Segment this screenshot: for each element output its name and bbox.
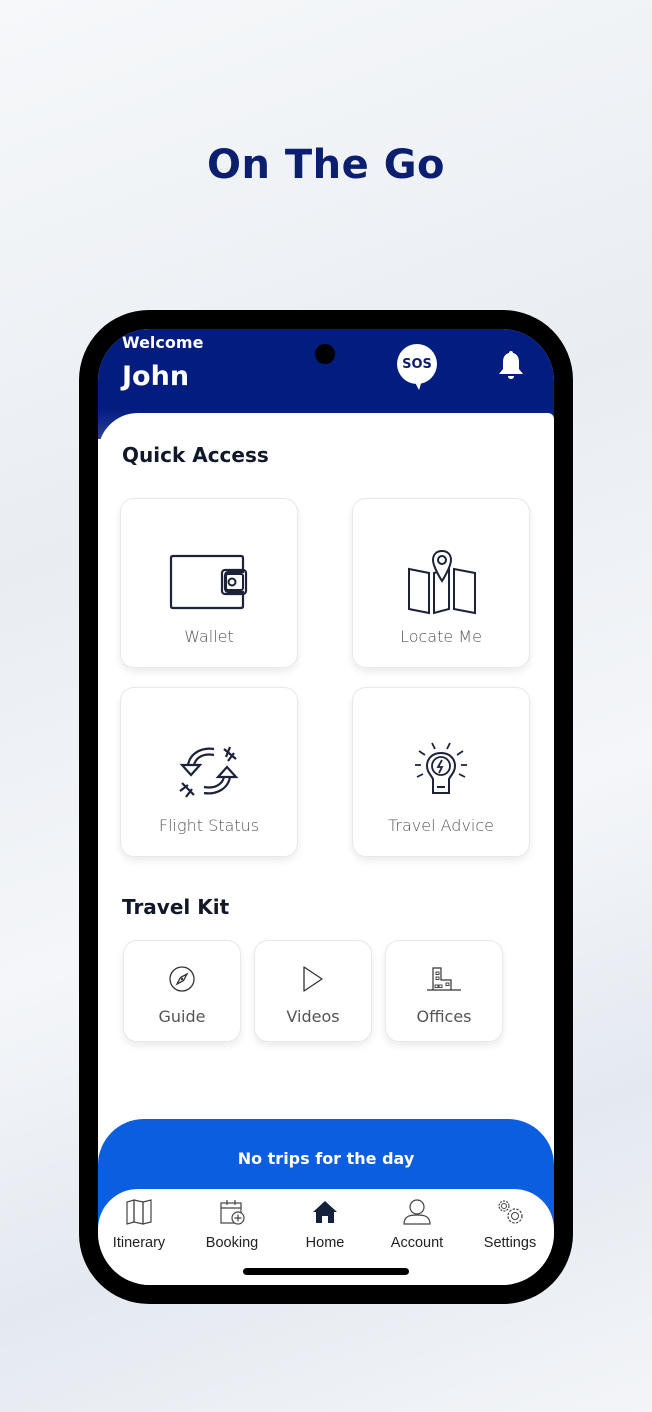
sos-button[interactable]: SOS	[397, 344, 437, 384]
travel-kit-guide[interactable]: Guide	[123, 940, 241, 1042]
home-indicator[interactable]	[243, 1268, 409, 1275]
quick-access-flight-status[interactable]: Flight Status	[120, 687, 298, 857]
gears-icon	[495, 1197, 525, 1227]
tab-settings[interactable]: Settings	[465, 1197, 554, 1251]
tab-account[interactable]: Account	[372, 1197, 462, 1251]
lightbulb-icon	[399, 738, 483, 804]
quick-access-label: Travel Advice	[387, 816, 495, 835]
travel-kit-label: Guide	[158, 1007, 206, 1026]
calendar-plus-icon	[217, 1197, 247, 1227]
tab-label: Account	[390, 1235, 444, 1251]
travel-kit-label: Videos	[286, 1007, 340, 1026]
map-icon	[124, 1197, 154, 1227]
quick-access-wallet[interactable]: Wallet	[120, 498, 298, 668]
tab-label: Home	[305, 1235, 345, 1251]
page-headline: On The Go	[206, 142, 446, 188]
home-icon	[310, 1197, 340, 1227]
username: John	[122, 361, 190, 392]
tab-booking[interactable]: Booking	[187, 1197, 277, 1251]
phone-screen: Welcome John SOS Quick Access Wallet Loc…	[98, 329, 554, 1285]
building-icon	[424, 963, 464, 995]
user-icon	[402, 1197, 432, 1227]
tab-home[interactable]: Home	[280, 1197, 370, 1251]
trips-banner-text: No trips for the day	[237, 1149, 415, 1168]
play-icon	[293, 963, 333, 995]
travel-kit-videos[interactable]: Videos	[254, 940, 372, 1042]
sos-label: SOS	[402, 356, 432, 372]
quick-access-label: Wallet	[184, 627, 234, 646]
welcome-label: Welcome	[122, 333, 204, 352]
quick-access-label: Locate Me	[400, 627, 482, 646]
quick-access-locate-me[interactable]: Locate Me	[352, 498, 530, 668]
compass-icon	[162, 963, 202, 995]
tab-label: Settings	[483, 1235, 537, 1251]
quick-access-label: Flight Status	[158, 816, 260, 835]
quick-access-travel-advice[interactable]: Travel Advice	[352, 687, 530, 857]
travel-kit-offices[interactable]: Offices	[385, 940, 503, 1042]
phone-frame: Welcome John SOS Quick Access Wallet Loc…	[79, 310, 573, 1304]
bell-icon[interactable]	[496, 349, 526, 381]
quick-access-title: Quick Access	[122, 443, 269, 467]
travel-kit-label: Offices	[416, 1007, 472, 1026]
travel-kit-title: Travel Kit	[122, 895, 230, 919]
tab-label: Itinerary	[112, 1235, 166, 1251]
flight-status-icon	[167, 738, 251, 804]
camera-cutout	[315, 344, 335, 364]
wallet-icon	[167, 549, 251, 615]
map-pin-icon	[399, 549, 483, 615]
tab-label: Booking	[205, 1235, 259, 1251]
tab-itinerary[interactable]: Itinerary	[98, 1197, 184, 1251]
